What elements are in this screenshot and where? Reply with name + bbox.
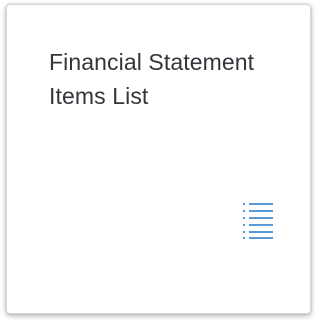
list-icon xyxy=(243,203,273,239)
financial-statement-items-list-tile[interactable]: Financial Statement Items List xyxy=(6,4,311,314)
tile-title-line-1: Financial Statement xyxy=(49,49,255,75)
tile-title: Financial Statement Items List xyxy=(49,45,299,113)
tile-title-line-2: Items List xyxy=(49,83,149,109)
